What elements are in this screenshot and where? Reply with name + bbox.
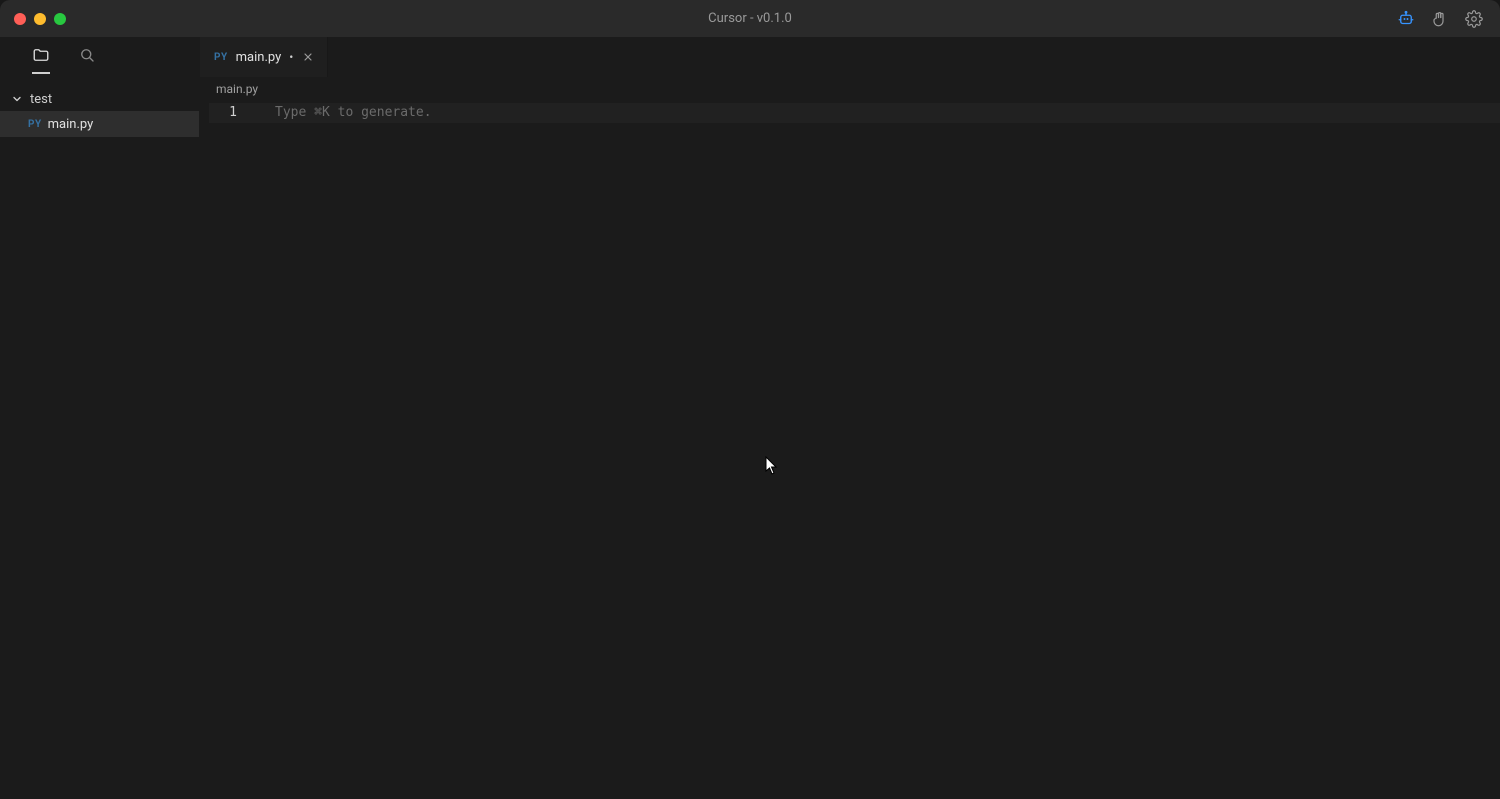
- window-close-button[interactable]: [14, 13, 26, 25]
- titlebar-actions: [1396, 9, 1500, 29]
- window-maximize-button[interactable]: [54, 13, 66, 25]
- close-icon[interactable]: [301, 50, 315, 64]
- explorer-tab[interactable]: [30, 46, 52, 68]
- python-badge-icon: PY: [214, 52, 228, 63]
- hand-wave-icon[interactable]: [1430, 9, 1450, 29]
- breadcrumb-file: main.py: [216, 82, 258, 96]
- sidebar-tabs: [0, 37, 199, 77]
- tab-dirty-indicator: •: [289, 50, 293, 64]
- tree-file-main-py[interactable]: PY main.py: [0, 111, 199, 137]
- tree-file-label: main.py: [48, 117, 94, 132]
- file-tree: test PY main.py: [0, 77, 199, 137]
- window-minimize-button[interactable]: [34, 13, 46, 25]
- app-body: test PY main.py PY main.py •: [0, 37, 1500, 799]
- code-content[interactable]: Type ⌘K to generate.: [255, 101, 1500, 799]
- ai-robot-icon[interactable]: [1396, 9, 1416, 29]
- editor-tabs: PY main.py •: [200, 37, 1500, 77]
- search-tab[interactable]: [76, 46, 98, 68]
- tree-folder-root[interactable]: test: [0, 87, 199, 111]
- tab-main-py[interactable]: PY main.py •: [200, 37, 328, 77]
- code-line[interactable]: Type ⌘K to generate.: [209, 103, 1500, 123]
- search-icon: [78, 46, 96, 68]
- gear-icon[interactable]: [1464, 9, 1484, 29]
- python-badge-icon: PY: [28, 119, 42, 130]
- tab-label: main.py: [236, 50, 282, 65]
- breadcrumb[interactable]: main.py: [200, 77, 1500, 101]
- titlebar: Cursor - v0.1.0: [0, 0, 1500, 37]
- window-controls: [0, 13, 66, 25]
- editor-placeholder: Type ⌘K to generate.: [275, 105, 432, 120]
- window-title: Cursor - v0.1.0: [0, 11, 1500, 26]
- folder-icon: [32, 46, 50, 68]
- tree-folder-label: test: [30, 92, 52, 107]
- editor-area: PY main.py • main.py 1 Type ⌘K to g: [200, 37, 1500, 799]
- chevron-down-icon: [10, 92, 24, 106]
- code-editor[interactable]: 1 Type ⌘K to generate.: [200, 101, 1500, 799]
- sidebar: test PY main.py: [0, 37, 200, 799]
- line-number-gutter: 1: [200, 101, 255, 799]
